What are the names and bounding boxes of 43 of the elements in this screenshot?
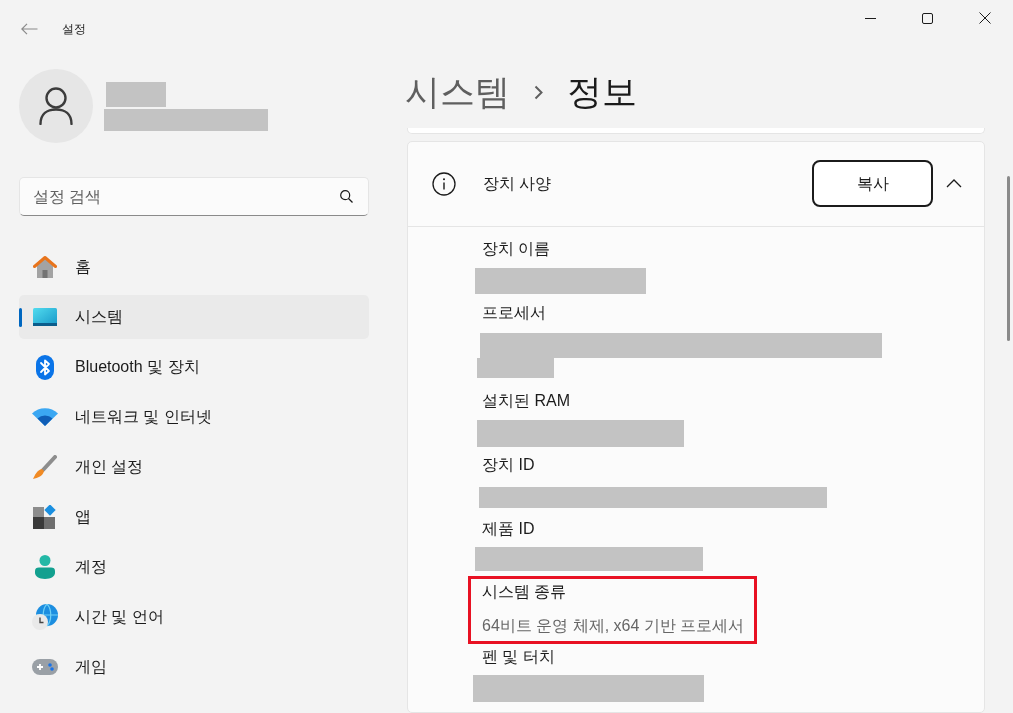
nav-item[interactable]: 네트워크 및 인터넷: [19, 395, 369, 439]
spec-label: 장치 ID: [482, 454, 536, 475]
device-specs-header[interactable]: 장치 사양 복사: [408, 141, 984, 227]
nav-item[interactable]: 홈: [19, 245, 369, 289]
search-field[interactable]: 설정 검색: [19, 177, 369, 216]
spec-label: 시스템 종류: [482, 581, 568, 602]
copy-button[interactable]: 복사: [812, 160, 933, 208]
nav-item[interactable]: 앱: [19, 495, 369, 539]
spec-label: 프로세서: [482, 302, 547, 323]
breadcrumb-item: 정보: [567, 71, 637, 113]
paintbrush-icon: [33, 455, 57, 479]
back-arrow-icon: [20, 23, 38, 35]
spec-label: 펜 및 터치: [482, 646, 556, 667]
info-icon: [432, 171, 456, 196]
scrollbar-thumb[interactable]: [1007, 176, 1010, 341]
apps-icon: [33, 505, 57, 529]
gamepad-icon: [32, 659, 58, 675]
wifi-icon: [32, 408, 58, 426]
selection-indicator: [19, 308, 22, 327]
maximize-icon: [922, 12, 933, 24]
nav-item[interactable]: 시스템: [19, 295, 369, 339]
spec-label: 설치된 RAM: [482, 390, 571, 411]
breadcrumb-item[interactable]: 시스템: [405, 70, 510, 114]
close-icon: [978, 12, 991, 24]
breadcrumb-chevron-icon: [534, 84, 543, 100]
nav-item[interactable]: Bluetooth 및 장치: [19, 345, 369, 389]
window-title: 설정: [62, 21, 86, 38]
search-icon: [340, 190, 353, 203]
chevron-icon[interactable]: [946, 179, 962, 189]
monitor-icon: [33, 308, 57, 326]
bluetooth-icon: [36, 354, 54, 380]
spec-label: 장치 이름: [482, 238, 552, 259]
globe-clock-icon: [32, 604, 58, 630]
nav-item[interactable]: 게임: [19, 645, 369, 689]
nav-item[interactable]: 개인 설정: [19, 445, 369, 489]
minimize-icon: [865, 17, 876, 19]
spec-label: 제품 ID: [482, 518, 536, 539]
person-icon: [35, 555, 55, 579]
section-title: 장치 사양: [483, 173, 552, 194]
spec-value: 64비트 운영 체제, x64 기반 프로세서: [482, 615, 745, 636]
nav-item[interactable]: 시간 및 언어: [19, 595, 369, 639]
home-icon: [33, 256, 57, 278]
nav-item[interactable]: 계정: [19, 545, 369, 589]
